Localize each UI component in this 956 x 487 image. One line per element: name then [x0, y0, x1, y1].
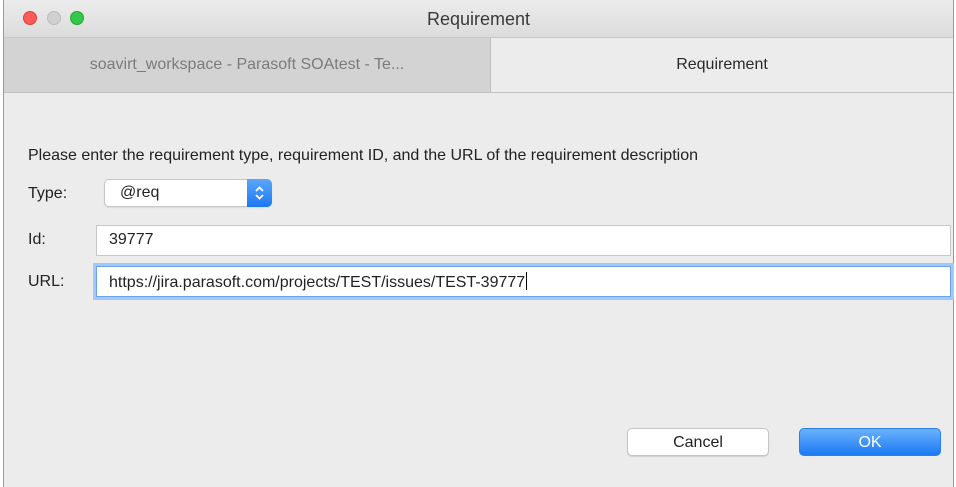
text-caret	[526, 272, 528, 290]
instruction-text: Please enter the requirement type, requi…	[28, 147, 698, 164]
updown-chevron-icon[interactable]	[247, 179, 272, 207]
url-input[interactable]: https://jira.parasoft.com/projects/TEST/…	[96, 266, 951, 297]
id-input[interactable]: 39777	[96, 225, 951, 256]
requirement-dialog-window: Requirement soavirt_workspace - Parasoft…	[3, 0, 954, 487]
cancel-button[interactable]: Cancel	[627, 428, 769, 456]
title-bar: Requirement	[4, 0, 953, 38]
tab-bar: soavirt_workspace - Parasoft SOAtest - T…	[4, 38, 953, 93]
url-label: URL:	[28, 273, 65, 290]
type-label: Type:	[28, 185, 68, 202]
tab-workspace[interactable]: soavirt_workspace - Parasoft SOAtest - T…	[4, 38, 491, 92]
tab-requirement[interactable]: Requirement	[491, 38, 953, 92]
url-input-value: https://jira.parasoft.com/projects/TEST/…	[109, 274, 526, 291]
id-label: Id:	[28, 231, 46, 248]
id-input-value: 39777	[109, 231, 154, 248]
type-select-value: @req	[120, 184, 160, 201]
type-select[interactable]: @req	[104, 179, 272, 207]
ok-button[interactable]: OK	[799, 428, 941, 456]
window-title: Requirement	[426, 9, 531, 29]
